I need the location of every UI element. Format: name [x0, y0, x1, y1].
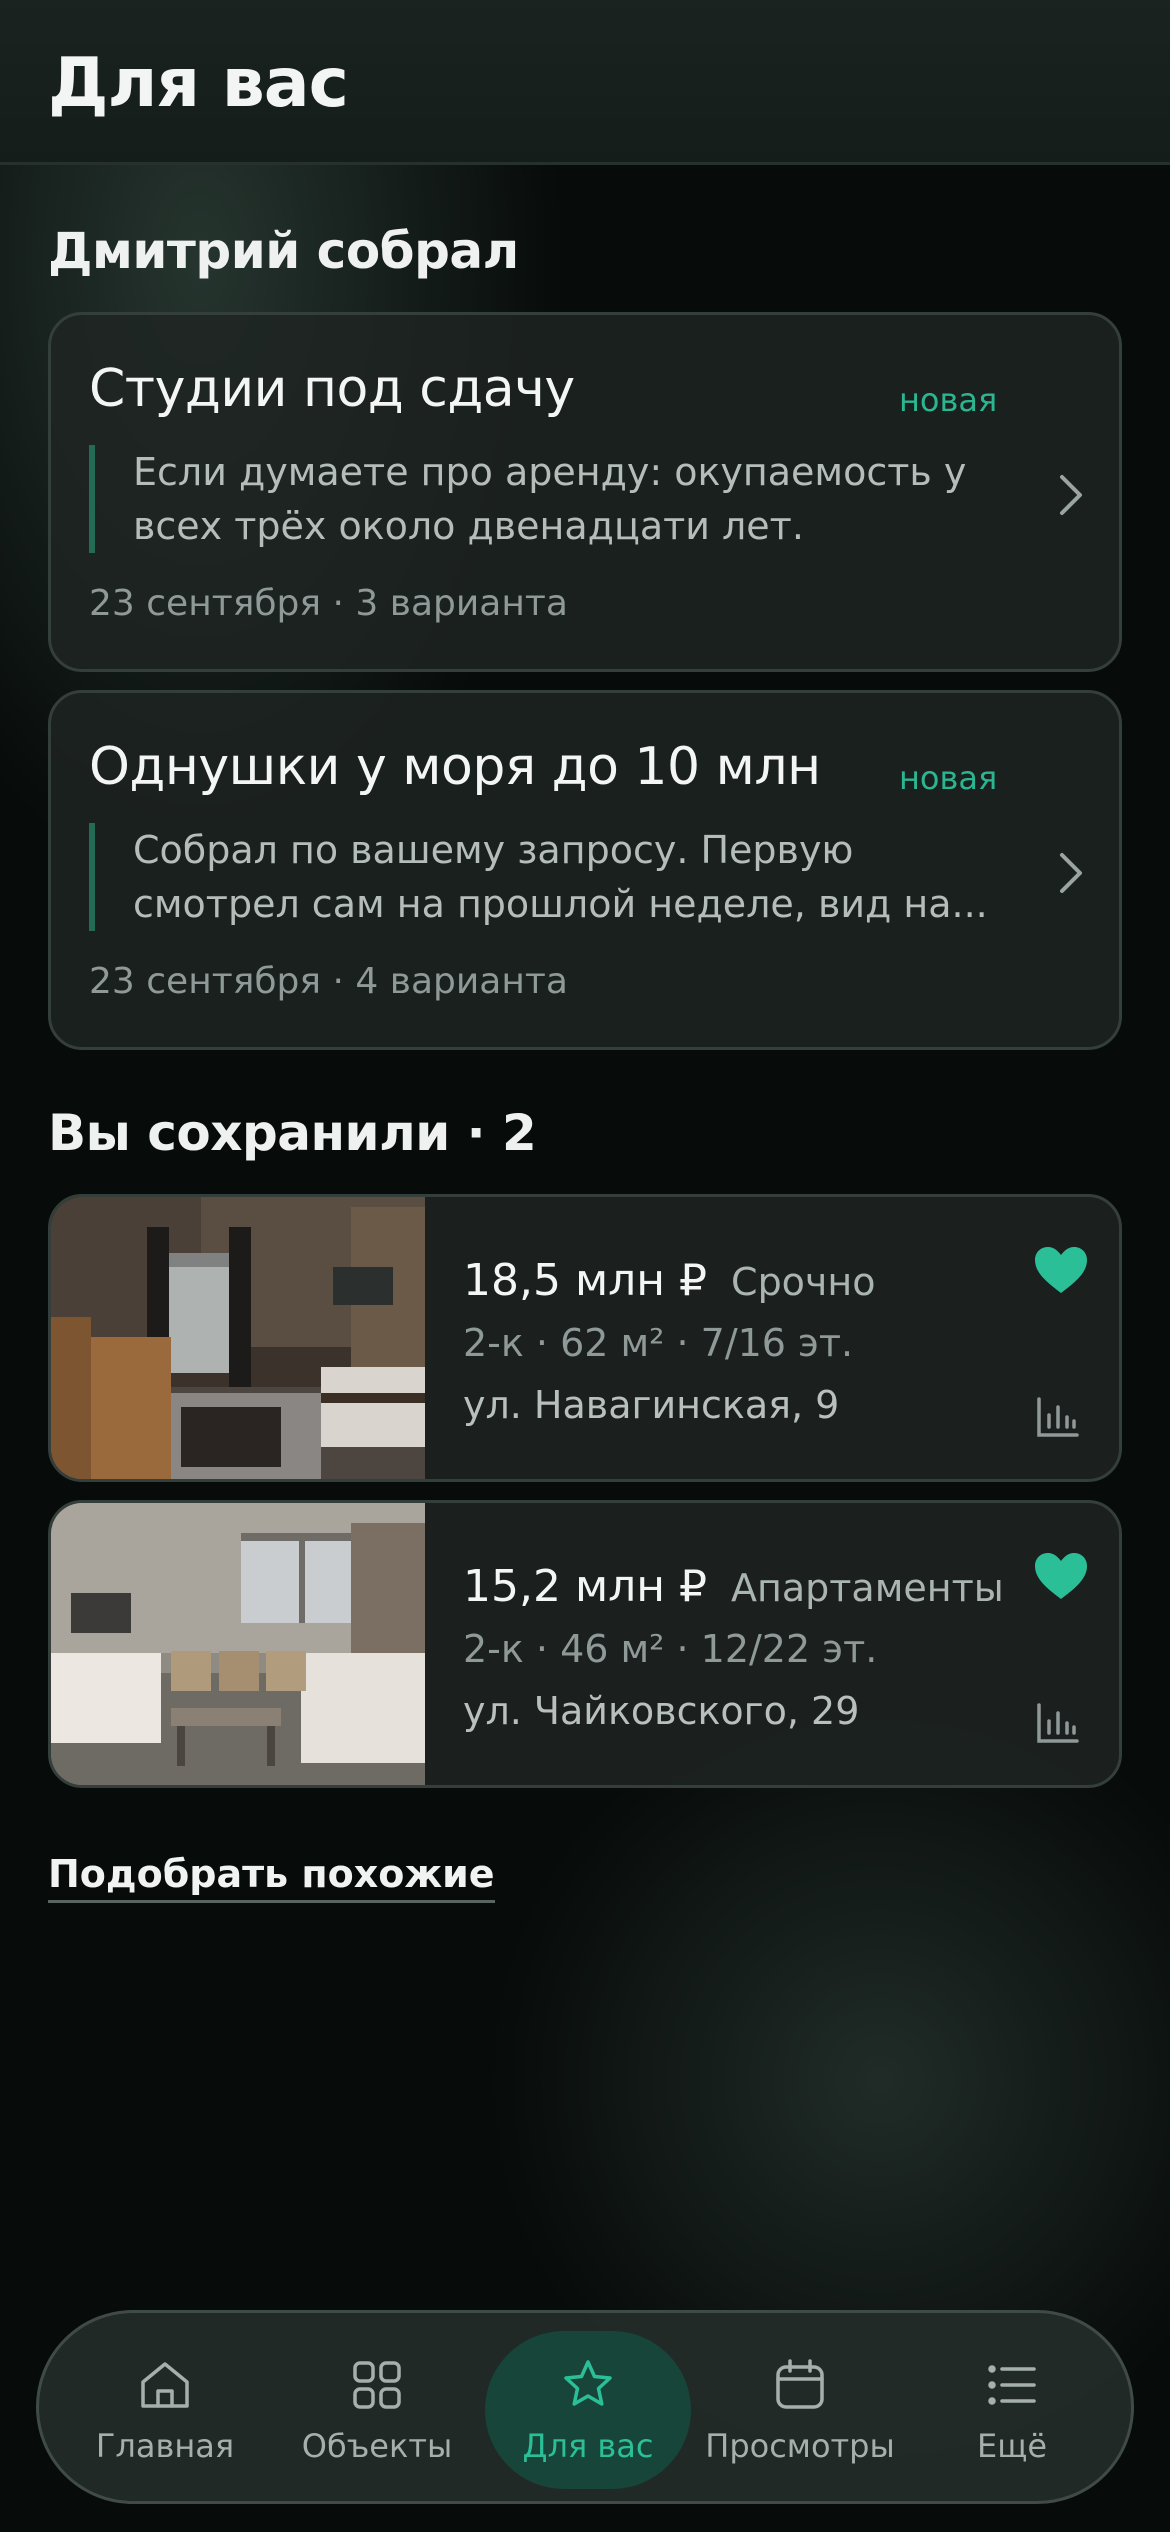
tab-more[interactable]: Ещё — [909, 2313, 1115, 2507]
collection-meta: 23 сентября · 4 варианта — [89, 961, 568, 1002]
listing-price-row: 15,2 млн ₽ Апартаменты — [463, 1561, 1004, 1612]
star-icon — [558, 2355, 618, 2415]
chevron-right-icon[interactable] — [1041, 843, 1101, 903]
listing-specs: 2-к · 46 м² · 12/22 эт. — [463, 1627, 878, 1671]
new-badge: новая — [899, 381, 998, 419]
tab-label: Просмотры — [705, 2427, 895, 2465]
listing-price: 15,2 млн ₽ — [463, 1561, 708, 1612]
saved-section-title: Вы сохранили · 2 — [48, 1104, 537, 1162]
listing-price-row: 18,5 млн ₽ Срочно — [463, 1255, 875, 1306]
new-badge: новая — [899, 759, 998, 797]
collection-meta: 23 сентября · 3 варианта — [89, 583, 568, 624]
find-similar-link[interactable]: Подобрать похожие — [48, 1852, 495, 1903]
listing-tag: Апартаменты — [731, 1566, 1004, 1610]
heart-icon[interactable] — [1033, 1551, 1089, 1603]
listing-tag: Срочно — [731, 1260, 876, 1304]
grid-icon — [347, 2355, 407, 2415]
tab-label: Ещё — [976, 2427, 1048, 2465]
tab-objects[interactable]: Объекты — [274, 2313, 480, 2507]
listing-address: ул. Чайковского, 29 — [463, 1689, 860, 1733]
listing-photo[interactable] — [51, 1197, 425, 1479]
calendar-icon — [770, 2355, 830, 2415]
tab-viewings[interactable]: Просмотры — [697, 2313, 903, 2507]
collection-title: Однушки у моря до 10 млн — [89, 737, 821, 797]
agent-message: Собрал по вашему запросу. Первую смотрел… — [89, 823, 989, 931]
tab-label: Для вас — [522, 2427, 654, 2465]
tab-for-you[interactable]: Для вас — [485, 2313, 691, 2507]
heart-icon[interactable] — [1033, 1245, 1089, 1297]
listing-price: 18,5 млн ₽ — [463, 1255, 708, 1306]
agent-message: Если думаете про аренду: окупаемость у в… — [89, 445, 989, 553]
tab-label: Объекты — [301, 2427, 453, 2465]
collection-title: Студии под сдачу — [89, 359, 575, 419]
home-icon — [135, 2355, 195, 2415]
tab-bar: Главная Объекты Для вас Просмотры Ещё — [36, 2310, 1134, 2504]
top-bar: Для вас — [0, 0, 1170, 165]
listing-card[interactable]: 18,5 млн ₽ Срочно 2-к · 62 м² · 7/16 эт.… — [48, 1194, 1122, 1482]
collection-card[interactable]: Студии под сдачу новая Если думаете про … — [48, 312, 1122, 672]
tab-home[interactable]: Главная — [62, 2313, 268, 2507]
collection-card[interactable]: Однушки у моря до 10 млн новая Собрал по… — [48, 690, 1122, 1050]
bar-chart-icon[interactable] — [1033, 1393, 1081, 1441]
bar-chart-icon[interactable] — [1033, 1699, 1081, 1747]
chevron-right-icon[interactable] — [1041, 465, 1101, 525]
agent-section-title: Дмитрий собрал — [48, 222, 519, 280]
listing-card[interactable]: 15,2 млн ₽ Апартаменты 2-к · 46 м² · 12/… — [48, 1500, 1122, 1788]
listing-address: ул. Навагинская, 9 — [463, 1383, 840, 1427]
tab-label: Главная — [95, 2427, 235, 2465]
listing-photo[interactable] — [51, 1503, 425, 1785]
page-title: Для вас — [48, 44, 349, 123]
menu-list-icon — [982, 2355, 1042, 2415]
agent-message-line: Если думаете про аренду: окупаемость у — [133, 450, 967, 494]
listing-specs: 2-к · 62 м² · 7/16 эт. — [463, 1321, 854, 1365]
agent-message-line: смотрел сам на прошлой неделе, вид на... — [133, 882, 988, 926]
agent-message-line: Собрал по вашему запросу. Первую — [133, 828, 854, 872]
agent-message-line: всех трёх около двенадцати лет. — [133, 504, 804, 548]
